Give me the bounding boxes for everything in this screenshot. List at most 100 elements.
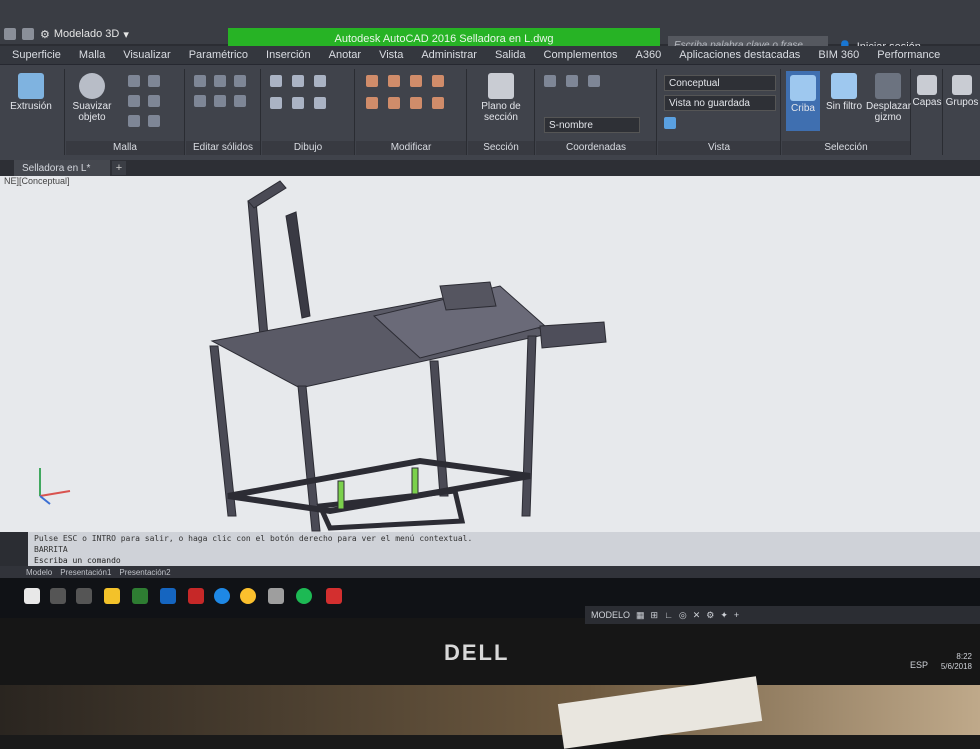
layout-tab-presentacion2[interactable]: Presentación2 xyxy=(119,568,170,577)
grupos-button[interactable]: Grupos xyxy=(944,75,980,108)
add-icon[interactable]: + xyxy=(734,610,739,620)
array-icon[interactable] xyxy=(432,97,444,109)
workspace-label: Modelado 3D xyxy=(53,28,120,40)
solid-edit-icon[interactable] xyxy=(194,95,206,107)
tab-vista[interactable]: Vista xyxy=(379,49,403,61)
tab-anotar[interactable]: Anotar xyxy=(329,49,361,61)
ribbon: Extrusión Suavizar objeto Malla Editar s… xyxy=(0,64,980,161)
scale-icon[interactable] xyxy=(410,97,422,109)
solid-edit-icon[interactable] xyxy=(214,75,226,87)
fillet-icon[interactable] xyxy=(366,97,378,109)
solid-edit-icon[interactable] xyxy=(234,95,246,107)
extrusion-button[interactable]: Extrusión xyxy=(6,73,56,112)
file-explorer-icon[interactable] xyxy=(104,588,120,604)
ucs-icon[interactable] xyxy=(566,75,578,87)
solid-edit-icon[interactable] xyxy=(234,75,246,87)
search-icon[interactable] xyxy=(50,588,66,604)
panel-vista: Conceptual Vista no guardada Vista xyxy=(658,69,781,155)
powerpoint-icon[interactable] xyxy=(188,588,204,604)
copy-icon[interactable] xyxy=(410,75,422,87)
arc-icon[interactable] xyxy=(292,75,304,87)
gizmo-label: Desplazar gizmo xyxy=(866,101,912,123)
circle-icon[interactable] xyxy=(314,75,326,87)
line-icon[interactable] xyxy=(270,75,282,87)
solid-edit-icon[interactable] xyxy=(194,75,206,87)
criba-label: Criba xyxy=(791,103,815,114)
gizmo-button[interactable]: Desplazar gizmo xyxy=(866,73,912,123)
move-icon[interactable] xyxy=(366,75,378,87)
calculator-icon[interactable] xyxy=(268,588,284,604)
named-view-dropdown[interactable]: Vista no guardada xyxy=(664,95,776,111)
capas-button[interactable]: Capas xyxy=(912,75,942,108)
polyline-icon[interactable] xyxy=(270,97,282,109)
snap-icon[interactable]: ⊞ xyxy=(651,610,659,621)
suavizar-button[interactable]: Suavizar objeto xyxy=(70,73,114,123)
autocad-icon[interactable] xyxy=(326,588,342,604)
drawing-canvas[interactable]: NE][Conceptual] xyxy=(0,176,980,532)
command-line[interactable]: Pulse ESC o INTRO para salir, o haga cli… xyxy=(28,532,980,566)
annotation-scale-icon[interactable]: ✦ xyxy=(720,610,728,621)
grupos-label: Grupos xyxy=(945,97,979,108)
document-tab[interactable]: Selladora en L* xyxy=(14,160,110,176)
tab-superficie[interactable]: Superficie xyxy=(12,49,61,61)
layout-tab-presentacion1[interactable]: Presentación1 xyxy=(60,568,111,577)
criba-button[interactable]: Criba xyxy=(786,71,820,131)
trim-icon[interactable] xyxy=(388,97,400,109)
undo-icon[interactable] xyxy=(4,28,16,40)
mesh-tool-icon[interactable] xyxy=(128,75,140,87)
viewport-label[interactable]: NE][Conceptual] xyxy=(4,176,70,186)
ortho-icon[interactable]: ∟ xyxy=(664,610,673,620)
polar-icon[interactable]: ◎ xyxy=(679,610,687,621)
ucs-icon[interactable] xyxy=(544,75,556,87)
mirror-icon[interactable] xyxy=(432,75,444,87)
mesh-tool-icon[interactable] xyxy=(148,75,160,87)
section-plane-button[interactable]: Plano de sección xyxy=(472,73,530,123)
layout-tab-modelo[interactable]: Modelo xyxy=(26,568,52,577)
tab-aplicaciones[interactable]: Aplicaciones destacadas xyxy=(679,49,800,61)
ucs-icon[interactable] xyxy=(588,75,600,87)
chrome-icon[interactable] xyxy=(240,588,256,604)
redo-icon[interactable] xyxy=(22,28,34,40)
viewport-icon[interactable] xyxy=(664,117,676,129)
workspace-status-icon[interactable]: ⚙ xyxy=(706,610,714,621)
tab-bim360[interactable]: BIM 360 xyxy=(818,49,859,61)
model-space-button[interactable]: MODELO xyxy=(591,610,630,620)
gizmo-icon xyxy=(875,73,901,99)
tab-performance[interactable]: Performance xyxy=(877,49,940,61)
new-tab-button[interactable]: + xyxy=(112,161,126,175)
solid-edit-icon[interactable] xyxy=(214,95,226,107)
tab-visualizar[interactable]: Visualizar xyxy=(123,49,171,61)
tab-insercion[interactable]: Inserción xyxy=(266,49,311,61)
tab-administrar[interactable]: Administrar xyxy=(421,49,477,61)
mesh-tool-icon[interactable] xyxy=(148,115,160,127)
sin-filtro-button[interactable]: Sin filtro xyxy=(822,73,866,112)
mesh-tool-icon[interactable] xyxy=(148,95,160,107)
system-clock[interactable]: 8:22 5/6/2018 xyxy=(941,652,972,672)
visual-style-dropdown[interactable]: Conceptual xyxy=(664,75,776,91)
spotify-icon[interactable] xyxy=(296,588,312,604)
outlook-icon[interactable] xyxy=(160,588,176,604)
command-input[interactable]: Escriba un comando xyxy=(34,556,121,565)
panel-label-dibujo: Dibujo xyxy=(262,141,354,155)
ucs-dropdown[interactable]: S-nombre xyxy=(544,117,640,133)
input-language[interactable]: ESP xyxy=(910,660,928,670)
rectangle-icon[interactable] xyxy=(292,97,304,109)
tab-malla[interactable]: Malla xyxy=(79,49,105,61)
tab-a360[interactable]: A360 xyxy=(636,49,662,61)
rotate-icon[interactable] xyxy=(388,75,400,87)
excel-icon[interactable] xyxy=(132,588,148,604)
edge-icon[interactable] xyxy=(214,588,230,604)
grid-icon[interactable]: ▦ xyxy=(636,610,645,621)
mesh-tool-icon[interactable] xyxy=(128,95,140,107)
tab-complementos[interactable]: Complementos xyxy=(544,49,618,61)
hatch-icon[interactable] xyxy=(314,97,326,109)
tab-parametrico[interactable]: Paramétrico xyxy=(189,49,248,61)
mesh-tool-icon[interactable] xyxy=(128,115,140,127)
tab-salida[interactable]: Salida xyxy=(495,49,526,61)
groups-icon xyxy=(952,75,972,95)
workspace-switcher[interactable]: ⚙ Modelado 3D ▾ xyxy=(40,28,129,41)
bottom-frame xyxy=(227,457,531,515)
osnap-icon[interactable]: ✕ xyxy=(693,610,701,621)
windows-start-icon[interactable] xyxy=(24,588,40,604)
task-view-icon[interactable] xyxy=(76,588,92,604)
